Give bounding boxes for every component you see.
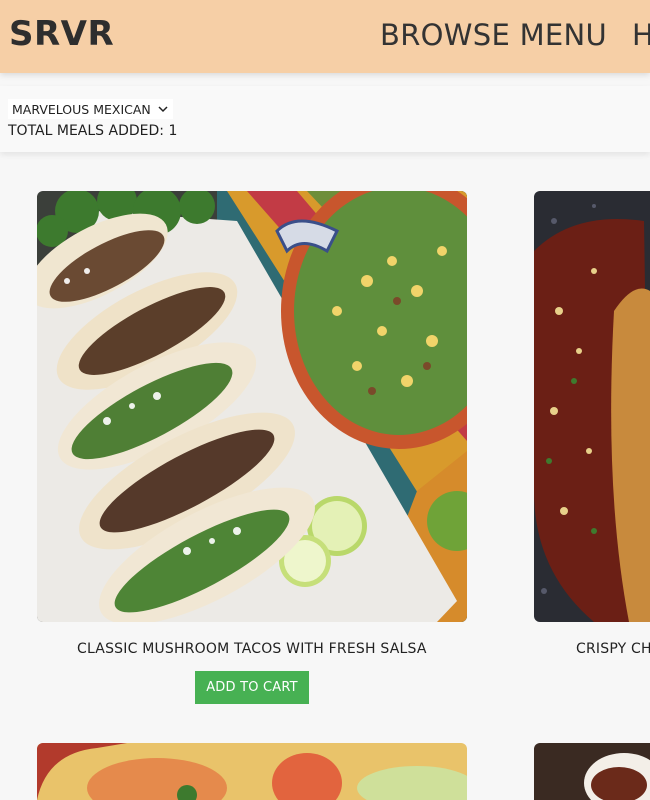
meal-title: CRISPY CH — [576, 641, 650, 657]
chevron-down-icon — [158, 106, 168, 113]
meal-image-crispy[interactable] — [534, 191, 650, 622]
category-select[interactable]: MARVELOUS MEXICAN — [8, 99, 173, 119]
meal-image-next[interactable] — [534, 743, 650, 800]
meal-image-tacos[interactable] — [37, 191, 467, 622]
filter-bar: MARVELOUS MEXICAN TOTAL MEALS ADDED: 1 — [0, 86, 650, 152]
nav-next-link[interactable]: H — [632, 18, 650, 52]
top-header: SRVR BROWSE MENU H — [0, 0, 650, 73]
add-to-cart-button[interactable]: ADD TO CART — [195, 671, 309, 704]
crispy-photo — [534, 191, 650, 622]
meal-image-rice[interactable] — [37, 743, 467, 800]
rice-photo — [37, 743, 467, 800]
meal-title: CLASSIC MUSHROOM TACOS WITH FRESH SALSA — [77, 641, 427, 657]
meals-count-value: 1 — [168, 123, 178, 139]
category-select-value: MARVELOUS MEXICAN — [12, 101, 151, 117]
nav-browse-menu[interactable]: BROWSE MENU — [380, 18, 607, 52]
meals-count-label: TOTAL MEALS ADDED: — [8, 123, 164, 139]
app-logo[interactable]: SRVR — [9, 14, 114, 54]
tacos-photo — [37, 191, 467, 622]
meals-count: TOTAL MEALS ADDED: 1 — [8, 123, 177, 139]
next-photo — [534, 743, 650, 800]
